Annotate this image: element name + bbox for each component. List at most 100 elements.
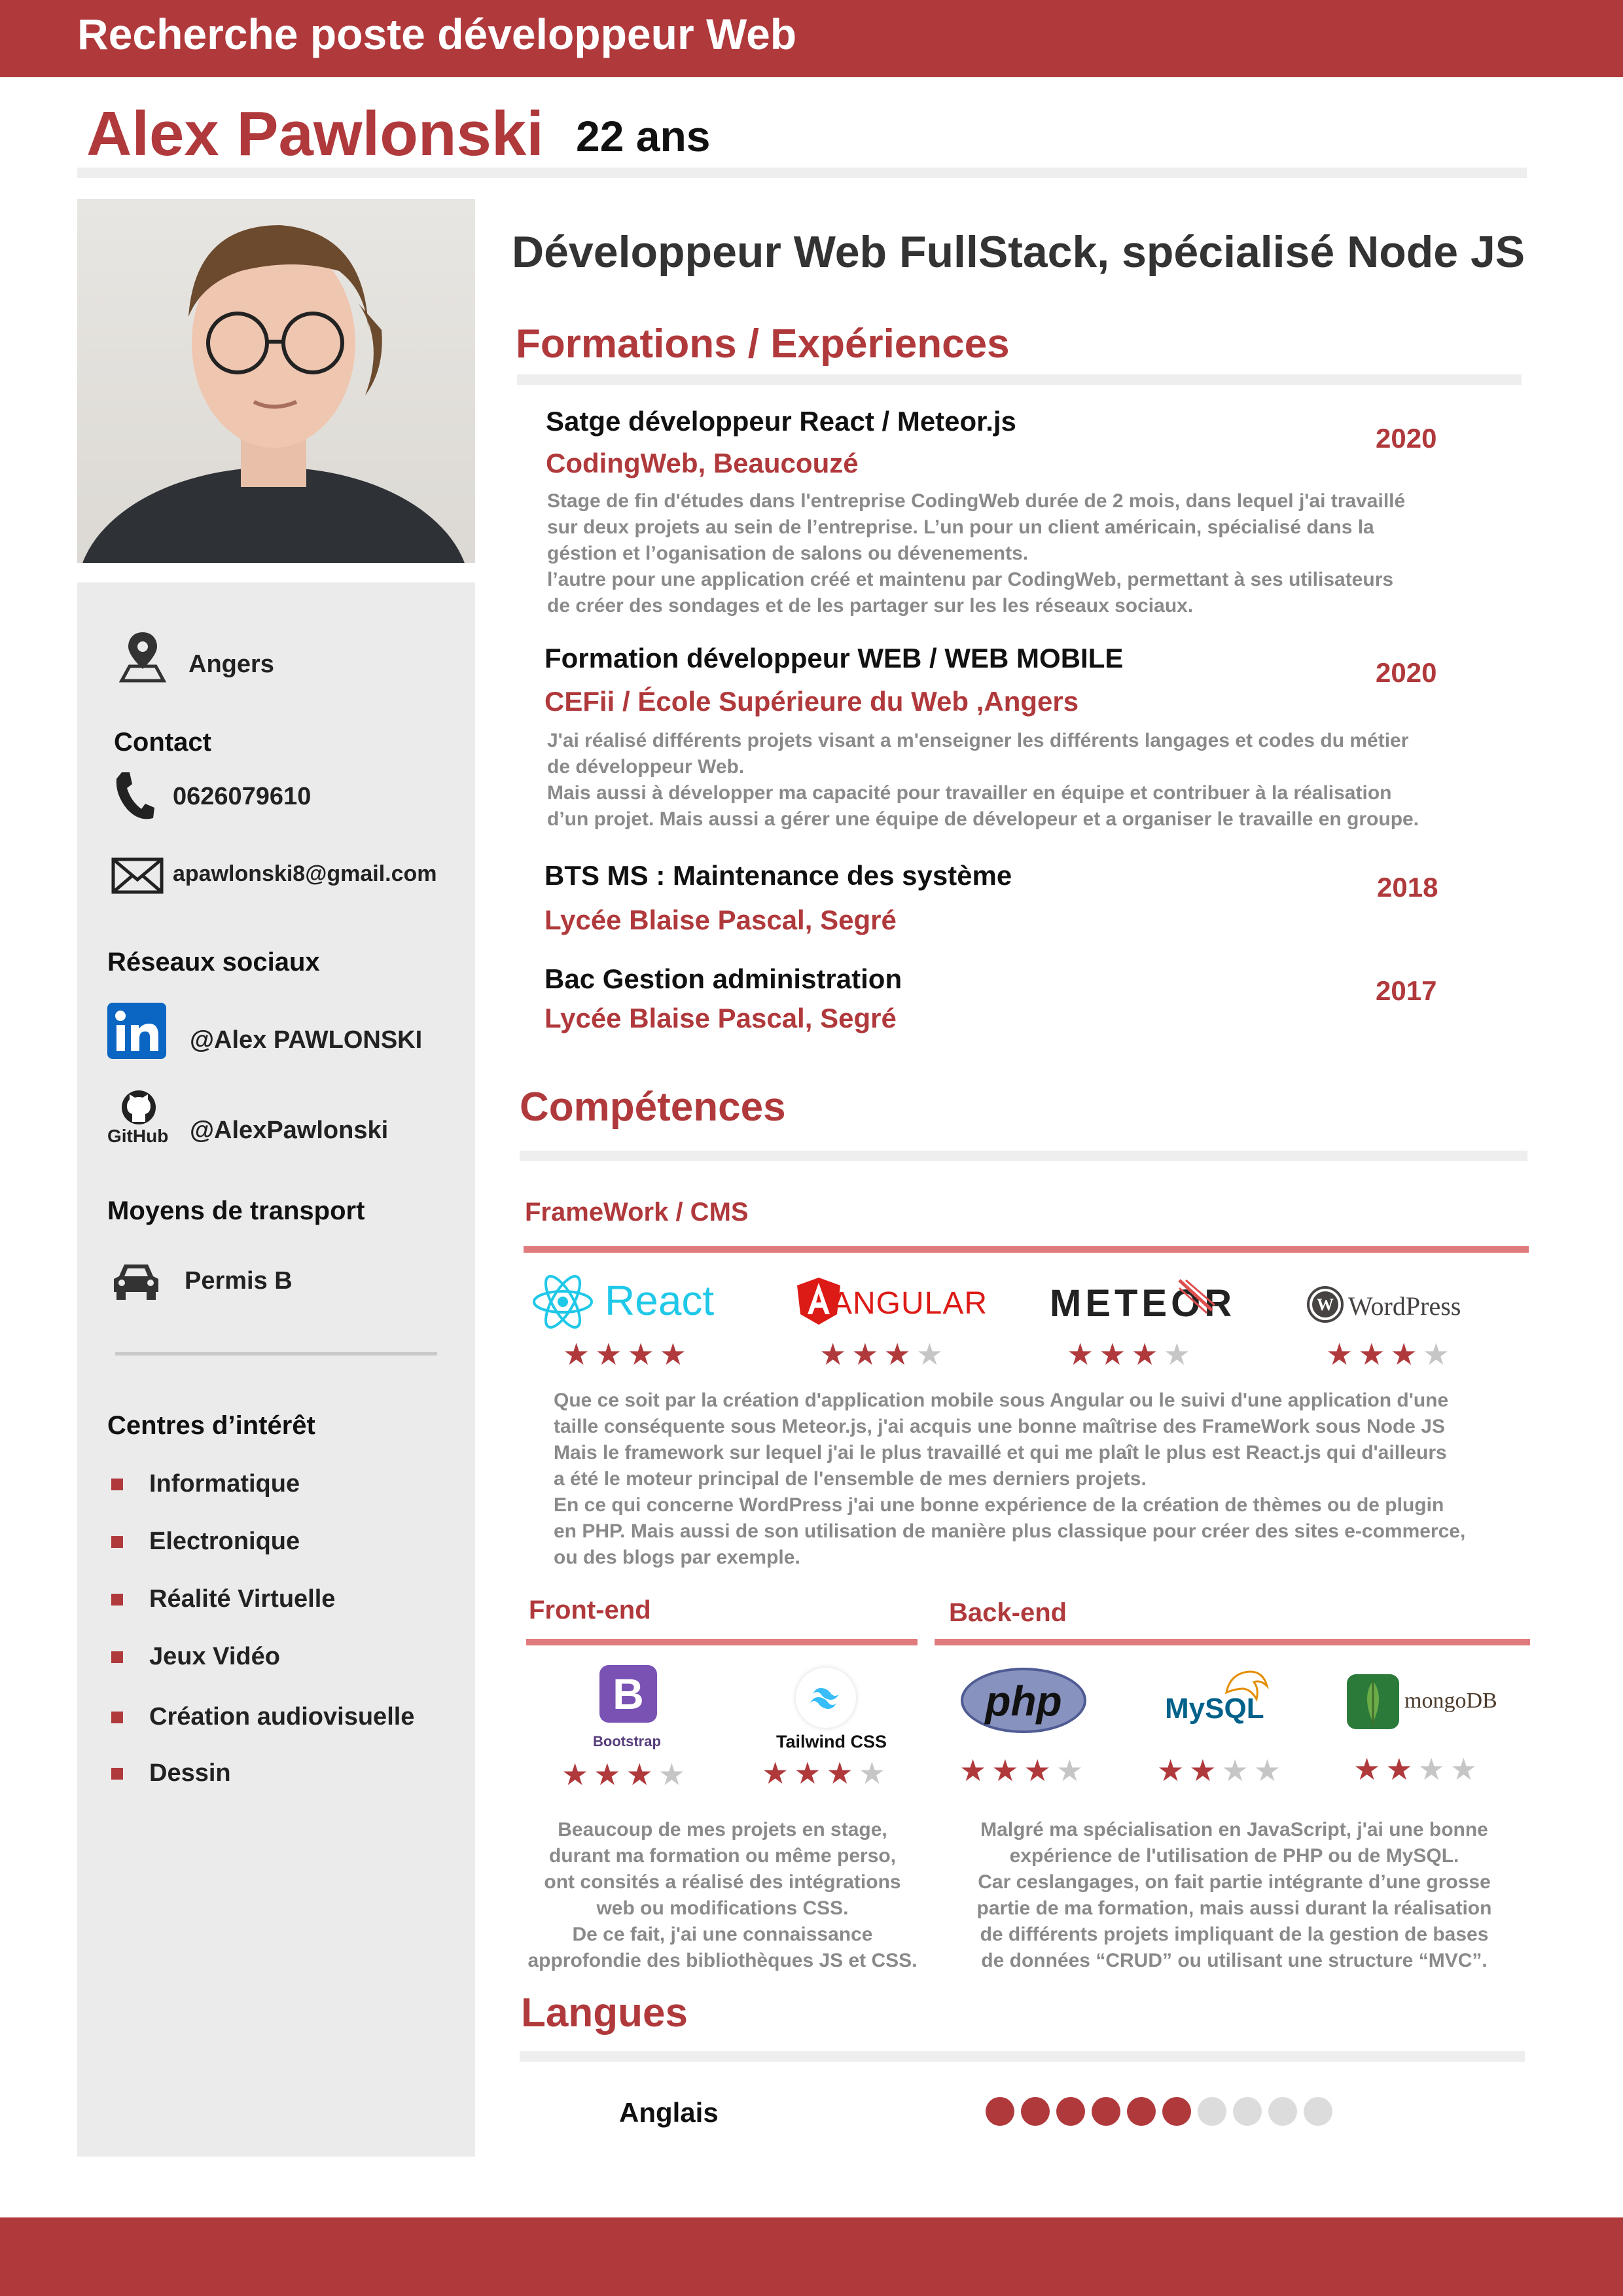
level-dot-empty — [1198, 2097, 1226, 2126]
star-filled-icon: ★ — [826, 1756, 853, 1790]
linkedin-handle[interactable]: @Alex PAWLONSKI — [190, 1026, 422, 1054]
level-dot-filled — [1162, 2097, 1191, 2126]
social-label: Réseaux sociaux — [107, 948, 320, 977]
star-filled-icon: ★ — [1024, 1753, 1051, 1787]
level-dot-empty — [1268, 2097, 1297, 2126]
star-empty-icon: ★ — [658, 1757, 685, 1791]
wordpress-logo: W — [1306, 1285, 1344, 1327]
star-filled-icon: ★ — [1131, 1337, 1158, 1371]
languages-title: Langues — [521, 1990, 688, 2036]
star-empty-icon: ★ — [1253, 1753, 1281, 1787]
star-filled-icon: ★ — [959, 1753, 987, 1787]
star-filled-icon: ★ — [1353, 1752, 1381, 1786]
experience-item-place: CodingWeb, Beaucouzé — [546, 448, 859, 478]
star-empty-icon: ★ — [858, 1756, 885, 1790]
full-name: Alex Pawlonski — [86, 99, 544, 169]
transport-value: Permis B — [185, 1267, 293, 1295]
tailwind-label: Tailwind CSS — [776, 1732, 887, 1751]
star-filled-icon: ★ — [991, 1753, 1019, 1787]
star-empty-icon: ★ — [1163, 1337, 1190, 1371]
skills-title: Compétences — [520, 1085, 786, 1130]
language-level — [986, 2097, 1339, 2129]
star-filled-icon: ★ — [562, 1757, 589, 1791]
star-filled-icon: ★ — [627, 1337, 654, 1371]
level-dot-empty — [1233, 2097, 1262, 2126]
mail-icon — [111, 857, 164, 897]
star-filled-icon: ★ — [851, 1337, 879, 1371]
experience-divider — [517, 374, 1522, 385]
experience-item-year: 2017 — [1376, 975, 1437, 1006]
interest-item: Informatique — [111, 1470, 300, 1498]
car-icon — [110, 1259, 162, 1304]
bullet-icon — [111, 1651, 123, 1663]
star-filled-icon: ★ — [1385, 1752, 1413, 1786]
star-filled-icon: ★ — [1326, 1337, 1353, 1371]
phone-number[interactable]: 0626079610 — [173, 783, 311, 811]
profile-photo — [77, 199, 475, 563]
github-handle[interactable]: @AlexPawlonski — [190, 1117, 388, 1145]
interest-item: Création audiovisuelle — [111, 1703, 414, 1731]
star-filled-icon: ★ — [563, 1337, 590, 1371]
star-filled-icon: ★ — [794, 1756, 821, 1790]
transport-label: Moyens de transport — [107, 1196, 365, 1225]
tailwind-logo — [796, 1668, 856, 1728]
star-filled-icon: ★ — [626, 1757, 653, 1791]
wordpress-rating: ★ ★ ★ ★ — [1326, 1339, 1455, 1369]
angular-label: ANGULAR — [831, 1286, 988, 1321]
php-logo: php — [961, 1668, 1086, 1733]
back-title: Back-end — [949, 1598, 1067, 1627]
footer-band — [0, 2217, 1623, 2296]
star-empty-icon: ★ — [1221, 1753, 1249, 1787]
level-dot-filled — [1092, 2097, 1120, 2126]
skills-divider — [520, 1151, 1527, 1161]
github-icon[interactable]: GitHub — [106, 1089, 171, 1155]
phone-icon — [113, 770, 156, 825]
experience-item-desc: Stage de fin d'études dans l'entreprise … — [547, 490, 1406, 617]
star-filled-icon: ★ — [595, 1337, 622, 1371]
linkedin-icon[interactable] — [107, 1003, 166, 1059]
star-filled-icon: ★ — [1157, 1753, 1185, 1787]
level-dot-filled — [1021, 2097, 1050, 2126]
contact-label: Contact — [114, 728, 211, 757]
front-desc: Beaucoup de mes projets en stage, durant… — [527, 1819, 918, 1971]
github-logo-text: GitHub — [107, 1126, 169, 1146]
experience-title: Formations / Expériences — [516, 321, 1010, 367]
star-empty-icon: ★ — [1450, 1752, 1477, 1786]
star-filled-icon: ★ — [762, 1756, 789, 1790]
star-filled-icon: ★ — [594, 1757, 621, 1791]
react-logo — [531, 1272, 594, 1335]
star-filled-icon: ★ — [1099, 1337, 1126, 1371]
angular-rating: ★ ★ ★ ★ — [819, 1339, 948, 1369]
experience-item-title: Formation développeur WEB / WEB MOBILE — [544, 643, 1124, 673]
framework-title: FrameWork / CMS — [525, 1198, 749, 1227]
interest-item: Electronique — [111, 1528, 300, 1556]
experience-item-title: BTS MS : Maintenance des système — [544, 860, 1012, 891]
experience-item-year: 2020 — [1376, 423, 1437, 454]
star-empty-icon: ★ — [1056, 1753, 1083, 1787]
bullet-icon — [111, 1535, 123, 1548]
experience-item-year: 2018 — [1377, 872, 1438, 903]
svg-text:W: W — [1317, 1295, 1334, 1314]
email[interactable]: apawlonski8@gmail.com — [173, 861, 437, 887]
star-filled-icon: ★ — [1067, 1337, 1094, 1371]
experience-item-place: Lycée Blaise Pascal, Segré — [544, 1003, 897, 1033]
react-rating: ★ ★ ★ ★ — [563, 1339, 692, 1369]
star-filled-icon: ★ — [1390, 1337, 1418, 1371]
star-filled-icon: ★ — [1358, 1337, 1385, 1371]
experience-item-place: CEFii / École Supérieure du Web ,Angers — [544, 686, 1079, 717]
react-label: React — [605, 1277, 715, 1324]
star-filled-icon: ★ — [1189, 1753, 1217, 1787]
tailwind-rating: ★ ★ ★ ★ — [762, 1758, 891, 1788]
experience-item-place: Lycée Blaise Pascal, Segré — [544, 905, 897, 935]
mongodb-rating: ★ ★ ★ ★ — [1353, 1754, 1482, 1784]
star-filled-icon: ★ — [883, 1337, 911, 1371]
level-dot-filled — [1056, 2097, 1085, 2126]
language-name: Anglais — [619, 2097, 719, 2128]
name-divider — [77, 168, 1527, 178]
experience-item-desc: J'ai réalisé différents projets visant a… — [547, 730, 1419, 830]
languages-divider — [520, 2051, 1525, 2062]
star-filled-icon: ★ — [819, 1337, 847, 1371]
front-underline — [526, 1639, 918, 1645]
bullet-icon — [111, 1593, 123, 1605]
bootstrap-logo: B — [599, 1665, 657, 1723]
